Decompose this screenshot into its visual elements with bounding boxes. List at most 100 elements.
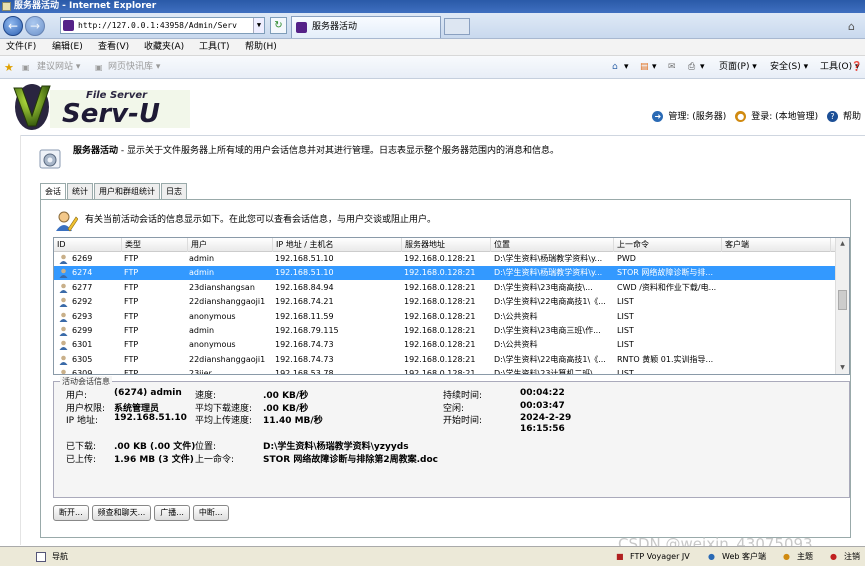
- column-last-command[interactable]: 上一命令: [614, 238, 722, 252]
- info-start-label: 开始时间:: [443, 416, 483, 426]
- cell-type: FTP: [124, 340, 139, 350]
- scroll-up-icon[interactable]: ▲: [836, 238, 849, 250]
- disconnect-button[interactable]: 断开...: [53, 505, 89, 521]
- column-id[interactable]: ID: [54, 238, 122, 252]
- cell-server: 192.168.0.128:21: [404, 326, 476, 335]
- table-row[interactable]: 6309 FTP 23jier 192.168.53.78 192.168.0.128:…: [54, 367, 837, 375]
- left-border: [20, 135, 21, 545]
- info-speed-value: .00 KB/秒: [263, 391, 309, 401]
- menu-help[interactable]: 帮助(H): [245, 39, 277, 56]
- cell-ip: 192.168.51.10: [275, 254, 334, 263]
- info-location-label: 位置:: [195, 442, 217, 452]
- cell-type: FTP: [124, 254, 139, 263]
- tab-statistics[interactable]: 统计: [67, 183, 93, 199]
- cell-type: FTP: [124, 354, 139, 364]
- favorites-star-icon[interactable]: ★: [4, 56, 14, 79]
- tab-sessions[interactable]: 会话: [40, 183, 66, 199]
- info-speed-label: 速度:: [195, 391, 217, 401]
- mail-icon[interactable]: ✉: [668, 56, 676, 79]
- cell-id: 6301: [72, 340, 93, 350]
- spy-chat-button[interactable]: 频查和聊天...: [91, 505, 152, 521]
- home-icon[interactable]: ⌂: [848, 20, 855, 33]
- user-session-icon: [59, 269, 68, 279]
- feeds-icon[interactable]: ▤: [640, 56, 649, 79]
- user-session-icon: [61, 369, 66, 374]
- cell-loc: D:\学生资料\22电商高技1\《...: [494, 354, 606, 364]
- column-type[interactable]: 类型: [122, 238, 188, 252]
- cell-server: 192.168.0.128:21: [404, 282, 476, 292]
- logout-link[interactable]: 注销: [844, 547, 860, 567]
- suggested-sites-link[interactable]: 建议网站 ▾: [37, 56, 80, 79]
- sessions-table[interactable]: ID 类型 用户 IP 地址 / 主机名 服务器地址 位置 上一命令 客户端 6…: [53, 237, 850, 375]
- cell-id: 6299: [72, 326, 93, 335]
- cell-user: admin: [189, 326, 215, 335]
- home-toolbar-icon[interactable]: ⌂: [612, 56, 618, 79]
- cell-cmd: STOR 网络故障诊断与排...: [617, 268, 713, 278]
- back-arrow-icon[interactable]: ←: [3, 16, 23, 36]
- serv-u-logo: File Server Serv-U: [13, 84, 190, 130]
- cell-user: 23jier: [189, 369, 212, 375]
- cell-loc: D:\公共资料: [494, 340, 538, 350]
- scroll-down-icon[interactable]: ▼: [836, 362, 849, 374]
- manage-server-link[interactable]: 管理: (服务器): [668, 112, 726, 122]
- column-client[interactable]: 客户端: [722, 238, 831, 252]
- cell-user: admin: [189, 254, 215, 263]
- column-user[interactable]: 用户: [188, 238, 273, 252]
- scroll-thumb[interactable]: [838, 290, 847, 310]
- forward-arrow-icon[interactable]: →: [25, 16, 45, 36]
- home-dropdown[interactable]: ▾: [624, 56, 629, 79]
- table-row[interactable]: 6299 FTP admin 192.168.79.115 192.168.0.128:…: [54, 324, 837, 338]
- tab-user-group-statistics[interactable]: 用户和群组统计: [94, 183, 160, 199]
- refresh-icon[interactable]: ↻: [270, 17, 287, 34]
- menu-view[interactable]: 查看(V): [98, 39, 129, 56]
- browser-tab[interactable]: 服务器活动: [291, 16, 441, 38]
- web-slice-gallery-link[interactable]: 网页快讯库 ▾: [108, 56, 160, 79]
- table-row[interactable]: 6292 FTP 22dianshanggaoji1 192.168.74.21 192…: [54, 295, 837, 309]
- cell-ip: 192.168.84.94: [275, 282, 334, 292]
- table-row[interactable]: 6305 FTP 22dianshanggaoji1 192.168.74.73 192…: [54, 353, 837, 367]
- page-description: 服务器活动 - 显示关于文件服务器上所有域的用户会话信息并对其进行管理。日志表显…: [73, 143, 559, 156]
- menu-tools[interactable]: 工具(T): [199, 39, 230, 56]
- table-scrollbar[interactable]: ▲ ▼: [835, 238, 849, 374]
- table-row[interactable]: 6274 FTP admin 192.168.51.10 192.168.0.128:2…: [54, 266, 837, 281]
- address-dropdown-icon[interactable]: ▼: [253, 18, 264, 33]
- tab-log[interactable]: 日志: [161, 183, 187, 199]
- table-row[interactable]: 6269 FTP admin 192.168.51.10 192.168.0.128:2…: [54, 252, 837, 266]
- print-icon[interactable]: ⎙: [688, 56, 695, 79]
- navigation-bar: ← → http://127.0.0.1:43958/Admin/Serv ▼ …: [0, 13, 865, 39]
- table-row[interactable]: 6301 FTP anonymous 192.168.74.73 192.168.0.1…: [54, 338, 837, 352]
- menu-favorites[interactable]: 收藏夹(A): [144, 39, 184, 56]
- address-text: http://127.0.0.1:43958/Admin/Serv: [78, 21, 237, 30]
- table-row[interactable]: 6293 FTP anonymous 192.168.11.59 192.168.0.1…: [54, 310, 837, 324]
- cell-server: 192.168.0.128:21: [404, 311, 476, 321]
- column-ip[interactable]: IP 地址 / 主机名: [273, 238, 402, 252]
- login-link[interactable]: 登录: (本地管理): [751, 112, 818, 122]
- print-dropdown[interactable]: ▾: [700, 56, 705, 79]
- cell-cmd: CWD /资料和作业下载/电...: [617, 282, 717, 292]
- page-menu[interactable]: 页面(P) ▾: [719, 56, 757, 79]
- navigation-label[interactable]: 导航: [52, 547, 68, 567]
- info-last-command-value: STOR 网络故障诊断与排除第2周教案.doc: [263, 455, 438, 465]
- navigation-icon: [36, 552, 46, 562]
- table-row[interactable]: 6277 FTP 23dianshangsan 192.168.84.94 192.16…: [54, 281, 837, 295]
- ftp-voyager-link[interactable]: FTP Voyager JV: [630, 547, 690, 567]
- address-bar[interactable]: http://127.0.0.1:43958/Admin/Serv ▼: [60, 17, 265, 34]
- theme-link[interactable]: 主题: [797, 547, 813, 567]
- safety-menu[interactable]: 安全(S) ▾: [770, 56, 808, 79]
- column-location[interactable]: 位置: [491, 238, 614, 252]
- info-duration-label: 持续时间:: [443, 391, 483, 401]
- help-link[interactable]: 帮助: [843, 112, 861, 122]
- ie-page-icon: [2, 2, 11, 11]
- web-client-link[interactable]: Web 客户端: [722, 547, 766, 567]
- new-tab-button[interactable]: [444, 18, 470, 35]
- help-menu-icon[interactable]: ❓: [851, 56, 862, 79]
- cell-ip: 192.168.51.10: [275, 268, 334, 278]
- user-session-icon: [59, 326, 68, 336]
- web-client-icon: ●: [708, 552, 715, 561]
- column-server-address[interactable]: 服务器地址: [402, 238, 491, 252]
- abort-button[interactable]: 中断...: [192, 505, 229, 521]
- broadcast-button[interactable]: 广播...: [154, 505, 190, 521]
- menu-edit[interactable]: 编辑(E): [52, 39, 83, 56]
- feeds-dropdown[interactable]: ▾: [652, 56, 657, 79]
- menu-file[interactable]: 文件(F): [6, 39, 36, 56]
